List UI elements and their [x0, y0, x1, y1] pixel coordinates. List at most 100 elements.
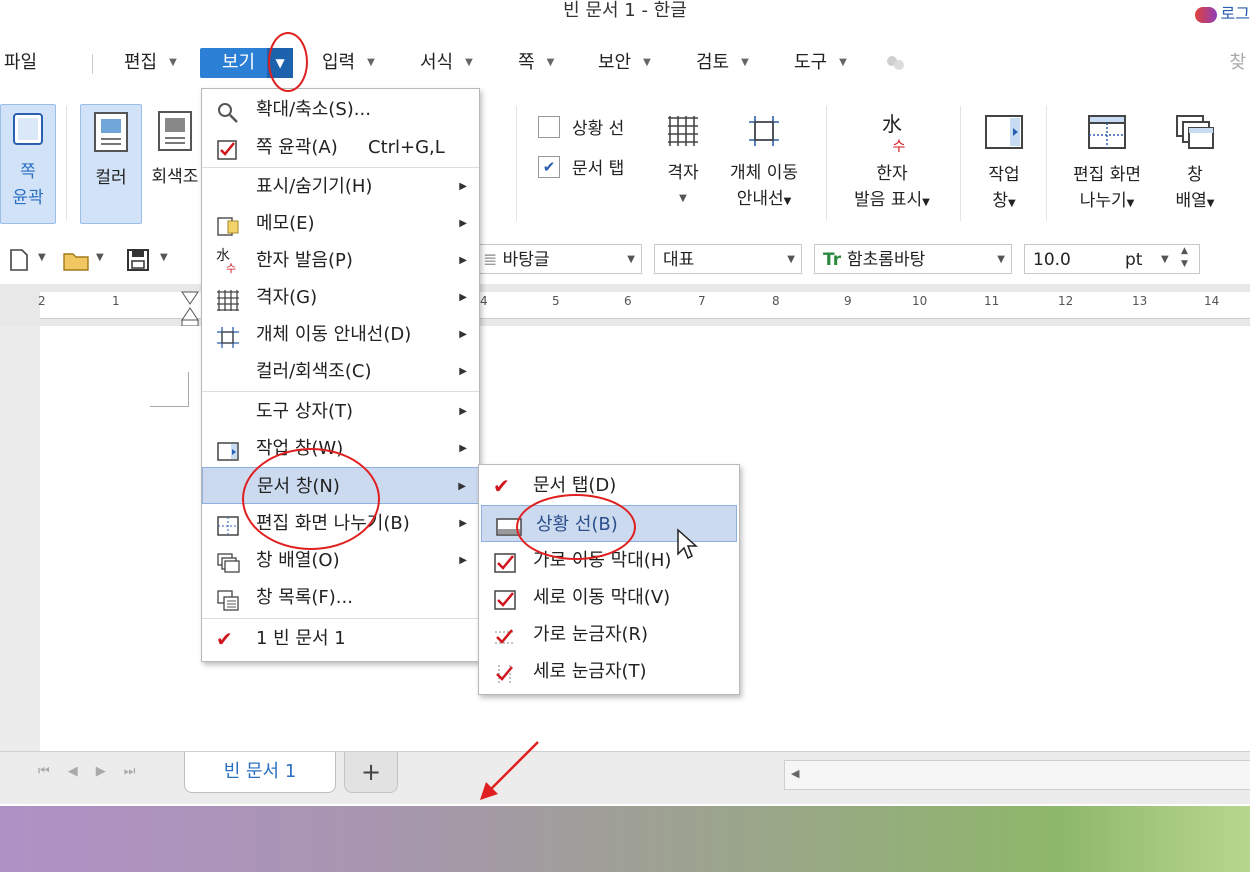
- task-window-button[interactable]: 작업 창▼: [974, 108, 1034, 218]
- arrange-windows-label-1: 창: [1187, 165, 1203, 185]
- menu-item-grid[interactable]: 격자(G) ▶: [202, 279, 479, 316]
- submenu-item-horizontal-ruler[interactable]: 가로 눈금자(R): [479, 616, 739, 653]
- split-view-label-2: 나누기: [1079, 191, 1127, 211]
- checkbox-checked-icon: [216, 137, 240, 160]
- chevron-down-icon[interactable]: ▼: [96, 252, 104, 263]
- chevron-down-icon: ▼: [741, 57, 749, 68]
- object-guide-icon: [216, 324, 240, 348]
- menu-item-zoom[interactable]: 확대/축소(S)...: [202, 91, 479, 128]
- ruler-tick: 9: [844, 294, 852, 308]
- view-menu: 확대/축소(S)... 쪽 윤곽(A) Ctrl+G,L 표시/숨기기(H) ▶ …: [201, 88, 480, 662]
- color-label: 컬러: [95, 168, 127, 188]
- submenu-item-vertical-scrollbar[interactable]: 세로 이동 막대(V): [479, 579, 739, 616]
- menu-item-label: 창 목록(F)...: [256, 587, 353, 608]
- language-value: 대표: [663, 250, 695, 270]
- chevron-down-icon: ▼: [1161, 254, 1169, 265]
- menu-item-window-list[interactable]: 창 목록(F)...: [202, 579, 479, 616]
- split-view-label-1: 편집 화면: [1073, 165, 1141, 185]
- task-window-icon: [974, 114, 1034, 158]
- object-guide-icon: [720, 114, 808, 156]
- formatting-toolbar: ▼ ▼ ▼ ≣ 바탕글 ▼ 대표 ▼ Tr 함초롬바탕 ▼ 10.0 pt ▼ ▲ ▼: [0, 238, 1250, 282]
- grayscale-button[interactable]: 회색조: [146, 104, 204, 222]
- submenu-arrow-icon: ▶: [459, 255, 467, 266]
- annotation-circle: [516, 494, 636, 560]
- submenu-arrow-icon: ▶: [459, 443, 467, 454]
- object-guide-button[interactable]: 개체 이동 안내선▼: [720, 108, 808, 218]
- spinner-icon[interactable]: ▲ ▼: [1181, 245, 1188, 271]
- ruler-tick: 8: [772, 294, 780, 308]
- submenu-item-vertical-ruler[interactable]: 세로 눈금자(T): [479, 653, 739, 690]
- menu-item-label: 세로 이동 막대(V): [533, 587, 671, 608]
- menu-page[interactable]: 쪽 ▼: [518, 48, 554, 78]
- menu-review[interactable]: 검토 ▼: [696, 48, 749, 78]
- status-line-checkbox[interactable]: [538, 116, 560, 138]
- submenu-arrow-icon: ▶: [458, 481, 466, 492]
- arrange-windows-button[interactable]: 창 배열▼: [1162, 108, 1228, 218]
- color-button[interactable]: 컬러: [80, 104, 142, 224]
- menu-item-label: 확대/축소(S)...: [256, 99, 371, 120]
- language-select[interactable]: 대표 ▼: [654, 244, 802, 274]
- page-outline-button[interactable]: 쪽 윤곽: [0, 104, 56, 224]
- menu-review-label: 검토: [696, 52, 730, 73]
- chevron-down-icon: ▼: [679, 193, 687, 204]
- scroll-left-icon[interactable]: ◀: [791, 767, 799, 780]
- grid-label: 격자: [667, 163, 699, 183]
- ruler-tick: 5: [552, 294, 560, 308]
- window-list-icon: [216, 587, 240, 611]
- menu-format[interactable]: 서식 ▼: [420, 48, 473, 78]
- margin-corner-mark: [150, 372, 189, 407]
- menu-item-show-hide[interactable]: 표시/숨기기(H) ▶: [202, 168, 479, 205]
- save-icon[interactable]: [126, 248, 150, 276]
- menu-tools[interactable]: 도구 ▼: [794, 48, 847, 78]
- ruler-tick: 2: [38, 294, 46, 308]
- search-hint[interactable]: 찾: [1229, 48, 1246, 74]
- checkbox-checked-icon: [493, 587, 517, 610]
- horizontal-scrollbar[interactable]: ◀: [784, 760, 1250, 790]
- login-link[interactable]: 로그: [1194, 0, 1250, 24]
- font-size-unit: pt: [1125, 250, 1143, 270]
- doc-tab-checkbox[interactable]: ✔: [538, 156, 560, 178]
- menu-item-hanja-pronunciation[interactable]: 水수 한자 발음(P) ▶: [202, 242, 479, 279]
- split-view-icon: [216, 513, 240, 536]
- chevron-down-icon[interactable]: ▼: [160, 252, 168, 263]
- hanja-label-1: 한자: [876, 164, 908, 184]
- hanja-pronunciation-button[interactable]: 水수 한자 발음 표시▼: [840, 108, 944, 218]
- annotation-circle: [242, 448, 380, 550]
- new-document-icon[interactable]: [8, 248, 30, 276]
- open-folder-icon[interactable]: [62, 250, 90, 276]
- font-size-input[interactable]: 10.0 pt ▼ ▲ ▼: [1024, 244, 1200, 274]
- menu-edit[interactable]: 편집 ▼: [124, 48, 177, 78]
- submenu-arrow-icon: ▶: [459, 218, 467, 229]
- submenu-item-doc-tab[interactable]: ✔ 문서 탭(D): [479, 467, 739, 504]
- collaborate-icon[interactable]: [884, 52, 906, 74]
- tab-document-1[interactable]: 빈 문서 1: [184, 752, 336, 793]
- arrange-windows-icon: [1162, 114, 1228, 158]
- color-icon: [81, 111, 141, 161]
- menu-item-toolbox[interactable]: 도구 상자(T) ▶: [202, 393, 479, 430]
- chevron-down-icon[interactable]: ▼: [38, 252, 46, 263]
- grid-button[interactable]: 격자 ▼: [658, 108, 708, 218]
- menu-item-open-document[interactable]: ✔ 1 빈 문서 1: [202, 620, 479, 657]
- menu-input[interactable]: 입력 ▼: [322, 48, 375, 78]
- menu-item-color-grayscale[interactable]: 컬러/회색조(C) ▶: [202, 353, 479, 390]
- hanja-label-2: 발음 표시: [854, 190, 923, 210]
- truetype-font-icon: Tr: [823, 250, 848, 270]
- menu-item-memo[interactable]: 메모(E) ▶: [202, 205, 479, 242]
- submenu-arrow-icon: ▶: [459, 329, 467, 340]
- task-window-label-1: 작업: [988, 165, 1020, 185]
- style-select[interactable]: ≣ 바탕글 ▼: [474, 244, 642, 274]
- split-view-button[interactable]: 편집 화면 나누기▼: [1060, 108, 1154, 218]
- tab-navigation-icons[interactable]: ⏮◀▶⏭: [38, 764, 153, 779]
- add-tab-button[interactable]: +: [344, 752, 398, 793]
- ribbon-divider: [516, 106, 517, 221]
- menu-file[interactable]: 파일: [4, 48, 37, 78]
- chevron-down-icon: ▼: [546, 57, 555, 68]
- doc-tab-label: 문서 탭: [572, 159, 625, 179]
- menu-item-label: 한자 발음(P): [256, 250, 353, 271]
- chevron-down-icon: ▼: [643, 57, 651, 68]
- menu-item-page-outline[interactable]: 쪽 윤곽(A) Ctrl+G,L: [202, 129, 479, 166]
- menu-security[interactable]: 보안 ▼: [598, 48, 651, 78]
- font-select[interactable]: Tr 함초롬바탕 ▼: [814, 244, 1012, 274]
- menu-item-arrange-windows[interactable]: 창 배열(O) ▶: [202, 542, 479, 579]
- menu-item-object-guide[interactable]: 개체 이동 안내선(D) ▶: [202, 316, 479, 353]
